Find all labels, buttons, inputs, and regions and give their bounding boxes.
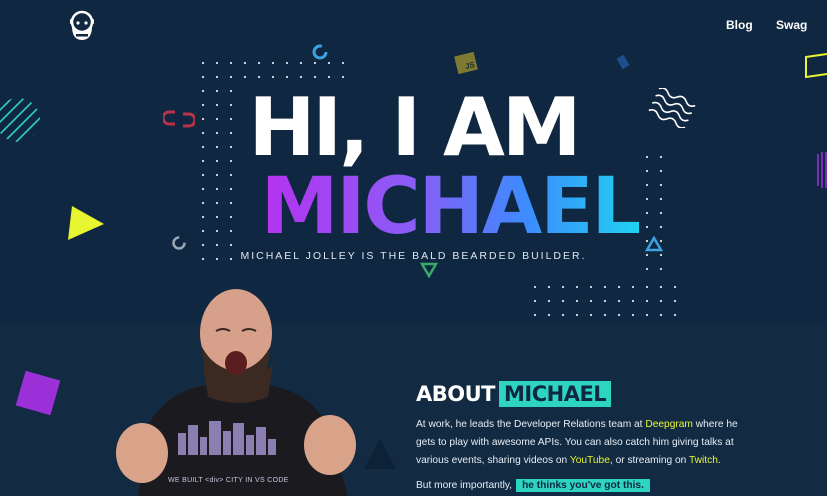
about-text-5: But more importantly,: [416, 480, 513, 491]
shirt-text: WE BUILT <div> CITY IN VS CODE: [168, 477, 289, 484]
hero-heading-name: MICHAEL: [260, 162, 642, 252]
michael-photo: [116, 289, 356, 496]
about-text-1: At work, he leads the Developer Relation…: [416, 419, 646, 430]
corner-outline-shape: [805, 51, 827, 79]
bearded-face-logo-icon[interactable]: [64, 8, 100, 44]
square-purple: [15, 370, 61, 416]
about-heading-word1: ABOUT: [416, 382, 496, 406]
deepgram-link[interactable]: Deepgram: [645, 419, 693, 430]
about-heading: ABOUT MICHAEL: [416, 380, 612, 408]
about-text-3: , or streaming on: [609, 455, 689, 466]
about-paragraph-2: But more importantly, he thinks you've g…: [416, 479, 650, 492]
ring-icon: [312, 44, 328, 60]
about-paragraph: At work, he leads the Developer Relation…: [416, 416, 756, 470]
about-heading-name: MICHAEL: [499, 381, 612, 407]
triangle-yellow: [68, 206, 104, 240]
dot-grid-bottom: [528, 280, 678, 318]
nav-blog-link[interactable]: Blog: [726, 18, 753, 32]
hero-tagline: MICHAEL JOLLEY IS THE BALD BEARDED BUILD…: [240, 250, 587, 262]
small-green-triangle: [420, 262, 438, 278]
about-text-4: .: [717, 455, 721, 466]
hero-heading-line1: HI, I AM: [248, 81, 581, 174]
hero-section: Blog Swag JS HI, I AM MICHAEL MICHAEL JO…: [0, 0, 827, 323]
youtube-link[interactable]: YouTube: [570, 455, 610, 466]
js-badge-icon: JS: [454, 51, 478, 75]
highlight-badge: he thinks you've got this.: [516, 479, 650, 492]
twitch-link[interactable]: Twitch: [689, 455, 718, 466]
small-blue-square: [616, 54, 630, 70]
nav-swag-link[interactable]: Swag: [776, 18, 807, 32]
